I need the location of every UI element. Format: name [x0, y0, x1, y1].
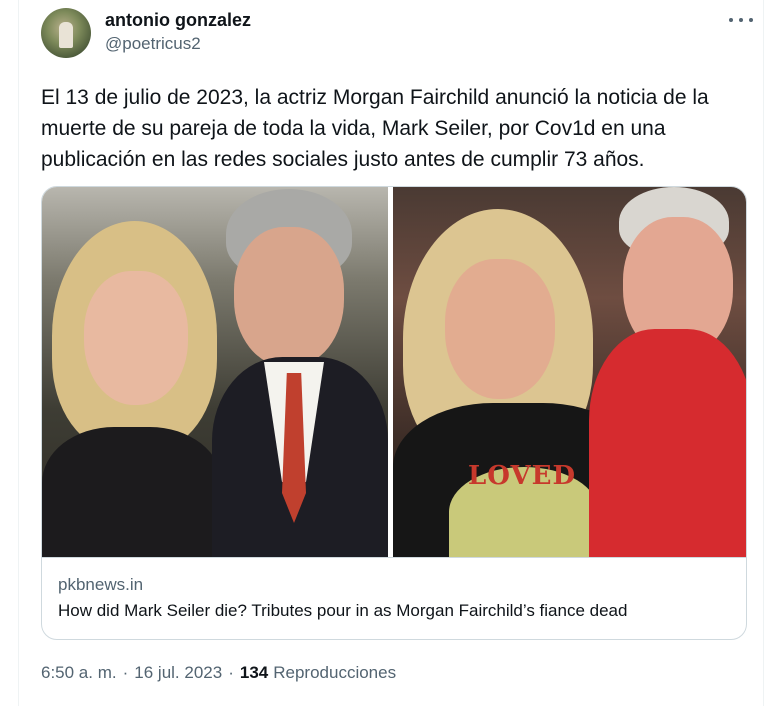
- author-avatar[interactable]: [41, 8, 91, 58]
- dot: [729, 18, 733, 22]
- tweet-container: antonio gonzalez @poetricus2 El 13 de ju…: [18, 0, 764, 706]
- man-polo: [589, 329, 746, 557]
- more-dots-icon[interactable]: [729, 10, 753, 30]
- separator: ·: [228, 663, 234, 682]
- shirt-print-text: LOVED: [467, 461, 576, 491]
- card-domain: pkbnews.in: [58, 575, 144, 594]
- author-names: antonio gonzalez @poetricus2: [105, 9, 251, 55]
- card-meta: pkbnews.in How did Mark Seiler die? Trib…: [42, 557, 746, 639]
- woman-jacket: [42, 427, 222, 557]
- card-title[interactable]: How did Mark Seiler die? Tributes pour i…: [58, 600, 730, 622]
- tweet-time[interactable]: 6:50 a. m.: [41, 662, 117, 684]
- author-handle[interactable]: @poetricus2: [105, 33, 251, 55]
- woman-face: [445, 259, 555, 399]
- tweet-header: antonio gonzalez @poetricus2: [41, 8, 251, 58]
- link-card[interactable]: LOVED pkbnews.in How did Mark Seiler die…: [41, 186, 747, 640]
- woman-face: [84, 271, 188, 405]
- card-photo-right: LOVED: [393, 187, 746, 557]
- dot: [749, 18, 753, 22]
- tweet-date[interactable]: 16 jul. 2023: [134, 662, 222, 684]
- views-label: Reproducciones: [273, 663, 397, 682]
- tweet-text: El 13 de julio de 2023, la actriz Morgan…: [41, 86, 709, 171]
- dot: [739, 18, 743, 22]
- card-photo-left: [42, 187, 388, 557]
- views-count[interactable]: 134: [240, 662, 268, 684]
- man-face: [234, 227, 344, 367]
- tweet-footer: 6:50 a. m. · 16 jul. 2023 · 134 Reproduc…: [41, 662, 396, 684]
- separator: ·: [122, 663, 129, 682]
- author-display-name[interactable]: antonio gonzalez: [105, 9, 251, 31]
